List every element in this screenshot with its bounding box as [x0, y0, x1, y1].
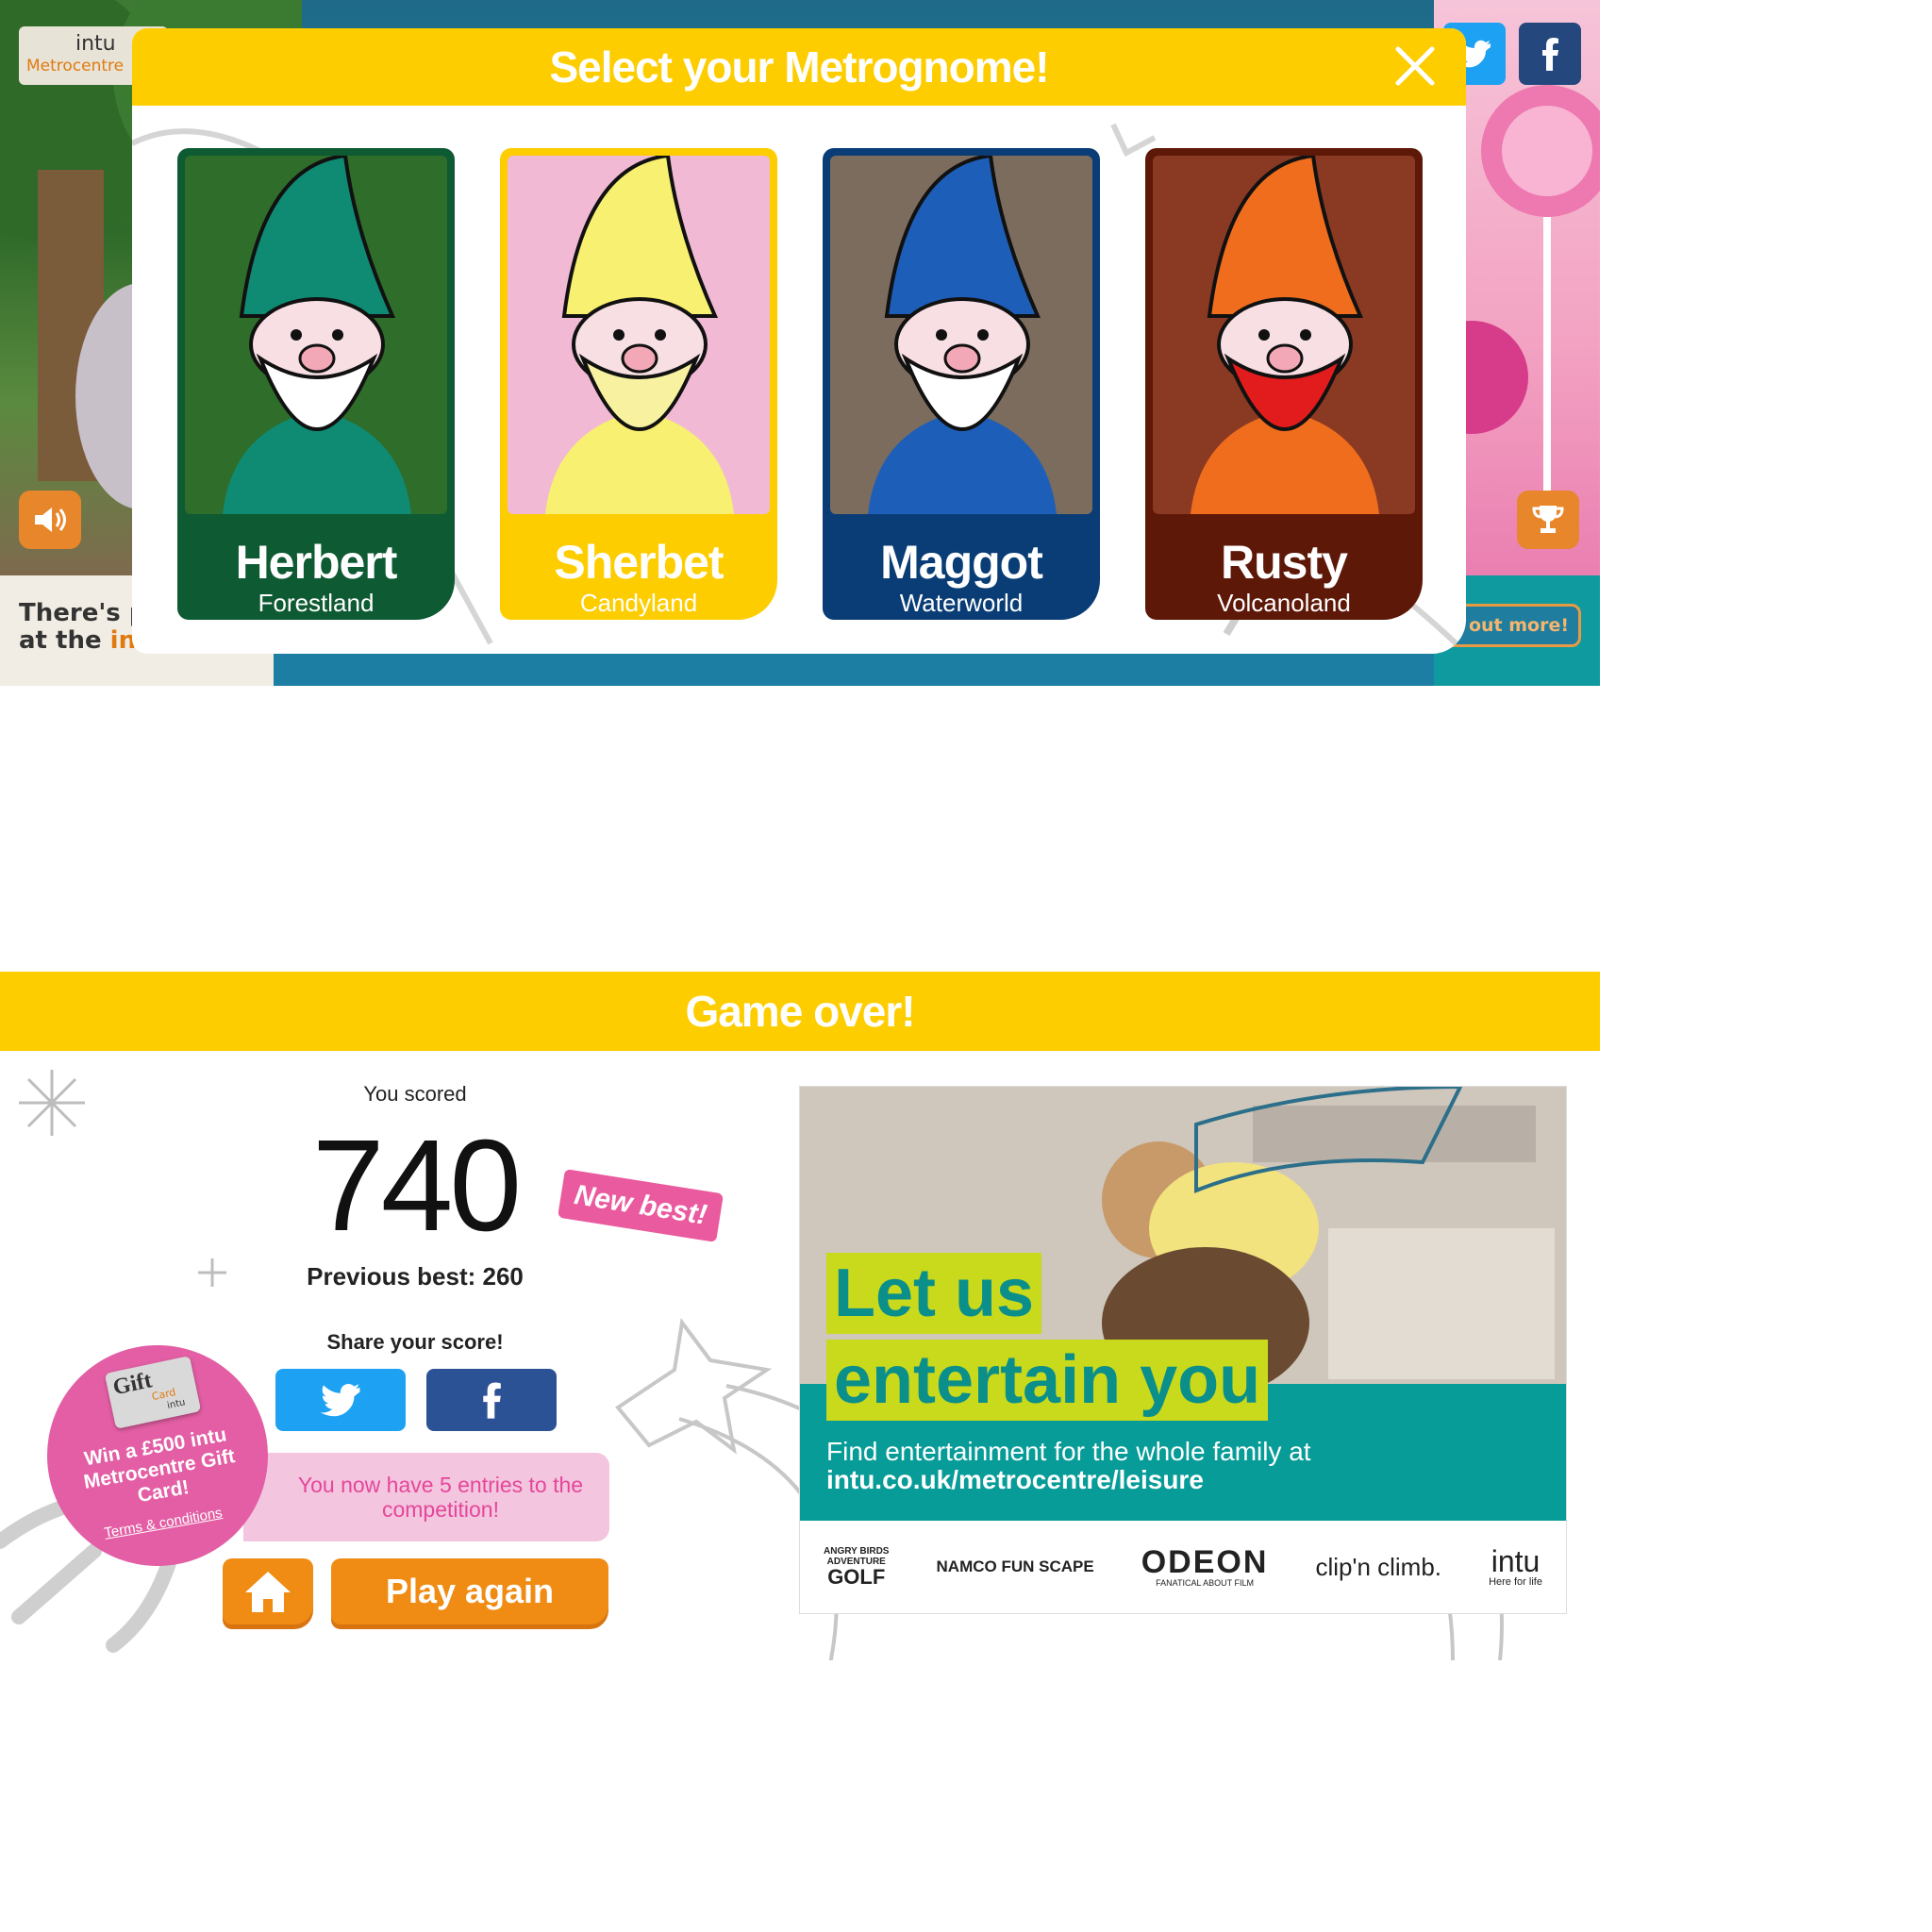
sound-toggle-button[interactable]: [19, 491, 81, 549]
advert-link-text[interactable]: intu.co.uk/metrocentre/leisure: [826, 1465, 1204, 1494]
gnome-eye-left: [613, 329, 625, 341]
advert-headline-line1: Let us: [826, 1253, 1042, 1334]
twitter-bird-icon: [320, 1383, 360, 1417]
gnome-illustration: [223, 156, 411, 514]
gnome-art-herbert: [185, 156, 447, 514]
gnome-illustration: [1191, 156, 1379, 514]
you-scored-label: You scored: [363, 1082, 467, 1106]
odeon-logo: ODEON FANATICAL ABOUT FILM: [1141, 1546, 1269, 1588]
gnome-art-maggot: [830, 156, 1092, 514]
home-icon: [245, 1572, 291, 1612]
game-over-screen: Game over! You scored 740 New best! Prev…: [0, 972, 1600, 1660]
gnome-hat: [1207, 156, 1364, 318]
entertainment-advert[interactable]: Let us entertain you Find entertainment …: [800, 1087, 1566, 1613]
close-icon: [1395, 46, 1435, 86]
trophy-icon: [1532, 506, 1564, 533]
odeon-tagline: FANATICAL ABOUT FILM: [1156, 1578, 1254, 1588]
share-score-label: Share your score!: [326, 1330, 504, 1354]
gnome-hat: [561, 156, 719, 318]
competition-entries-box: You now have 5 entries to the competitio…: [243, 1453, 609, 1541]
final-score: 740: [311, 1113, 522, 1258]
gnome-illustration: [545, 156, 734, 514]
game-over-title: Game over!: [685, 987, 915, 1036]
intu-tagline: Here for life: [1489, 1576, 1542, 1588]
logo-brand-text: intu: [75, 32, 116, 56]
advert-body: Find entertainment for the whole family …: [826, 1438, 1355, 1494]
select-gnome-screen: intu Metrocentre There's pl at the int d…: [0, 0, 1600, 686]
gnome-name: Rusty: [1221, 536, 1348, 589]
gnome-nose: [298, 343, 336, 374]
gift-card-word: Gift: [110, 1368, 155, 1401]
logo-location-text: Metrocentre: [26, 57, 125, 75]
gnome-name: Sherbet: [554, 536, 724, 589]
facebook-f-icon: [483, 1382, 501, 1419]
gnome-land: Volcanoland: [1217, 589, 1351, 617]
gnome-name: Herbert: [235, 536, 398, 589]
gnome-land: Forestland: [258, 589, 375, 617]
facebook-share-button[interactable]: [1519, 23, 1581, 85]
competition-entries-text: You now have 5 entries to the competitio…: [297, 1473, 584, 1522]
gnome-eye-right: [977, 329, 989, 341]
gnome-card-maggot[interactable]: Maggot Waterworld: [823, 148, 1100, 620]
gnome-land: Candyland: [579, 589, 698, 617]
gnome-illustration: [868, 156, 1057, 514]
namco-funscape-logo: NAMCO FUN SCAPE: [936, 1557, 1094, 1575]
gnome-eye-right: [1300, 329, 1311, 341]
find-out-more-label: d out more!: [1449, 615, 1569, 636]
gnome-nose: [1266, 343, 1304, 374]
twitter-share-score-button[interactable]: [275, 1369, 406, 1431]
gnome-nose: [621, 343, 658, 374]
odeon-name: ODEON: [1141, 1544, 1269, 1580]
gnome-card-herbert[interactable]: Herbert Forestland: [177, 148, 455, 620]
intu-logo: intu Here for life: [1489, 1546, 1542, 1588]
game-over-header: Game over!: [0, 972, 1600, 1051]
intu-name: intu: [1491, 1544, 1541, 1578]
gnome-eye-right: [332, 329, 343, 341]
gnome-eye-left: [291, 329, 302, 341]
modal-title: Select your Metrognome!: [549, 42, 1049, 92]
gnome-eye-left: [936, 329, 947, 341]
gnome-card-rusty[interactable]: Rusty Volcanoland: [1145, 148, 1423, 620]
clip-n-climb-logo: clip'n climb.: [1315, 1552, 1442, 1581]
gnome-eye-left: [1258, 329, 1270, 341]
adventure-golf-line1: ANGRY BIRDS: [824, 1546, 890, 1557]
gnome-name: Maggot: [880, 536, 1043, 589]
partner-logos: ANGRY BIRDS ADVENTURE GOLF NAMCO FUN SCA…: [800, 1521, 1566, 1613]
gnome-hat: [239, 156, 396, 318]
adventure-golf-logo: ANGRY BIRDS ADVENTURE GOLF: [824, 1546, 889, 1588]
info-line-2a: at the: [19, 626, 110, 655]
gnome-art-sherbet: [508, 156, 770, 514]
gnome-hat: [884, 156, 1041, 318]
play-again-label: Play again: [385, 1572, 555, 1610]
play-again-button[interactable]: Play again: [331, 1558, 608, 1624]
gnome-card-sherbet[interactable]: Sherbet Candyland: [500, 148, 777, 620]
facebook-share-score-button[interactable]: [426, 1369, 557, 1431]
leaderboard-button[interactable]: [1517, 491, 1579, 549]
gnome-nose: [943, 343, 981, 374]
advert-headline-line2: entertain you: [826, 1340, 1269, 1421]
gift-card-promo[interactable]: Gift Card intu Win a £500 intu Metrocent…: [47, 1345, 268, 1566]
previous-best-score: Previous best: 260: [307, 1262, 524, 1291]
close-modal-button[interactable]: [1389, 40, 1441, 92]
gnome-art-rusty: [1153, 156, 1415, 514]
home-button[interactable]: [223, 1558, 313, 1624]
gift-card-image: Gift Card intu: [104, 1356, 202, 1429]
gnome-select-modal: Select your Metrognome! Herbert Forestla…: [132, 28, 1466, 654]
adventure-golf-line3: GOLF: [827, 1565, 886, 1589]
gift-card-brand: intu: [166, 1397, 187, 1412]
gnome-land: Waterworld: [899, 589, 1024, 617]
advert-body-text: Find entertainment for the whole family …: [826, 1437, 1311, 1466]
modal-header: Select your Metrognome!: [132, 28, 1466, 106]
facebook-f-icon: [1542, 38, 1558, 71]
gnome-eye-right: [655, 329, 666, 341]
speaker-icon: [35, 508, 66, 532]
